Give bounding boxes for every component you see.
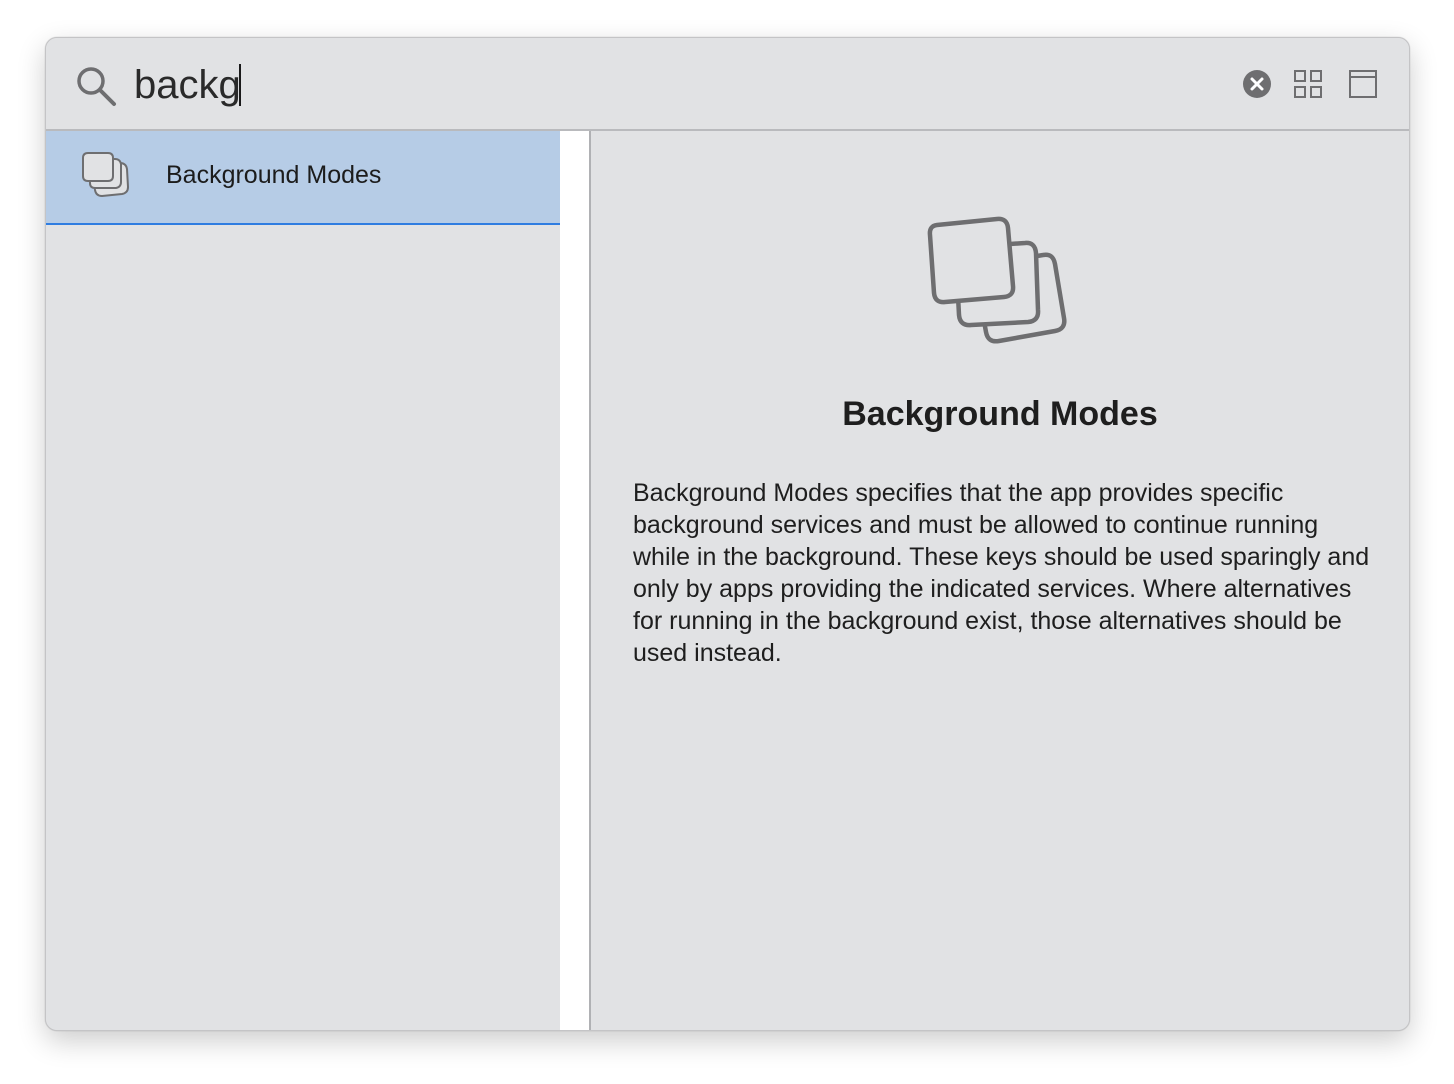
result-item-label: Background Modes [166,161,382,189]
panel-view-icon[interactable] [1348,69,1378,99]
grid-view-icon[interactable] [1293,69,1323,99]
clear-search-icon[interactable] [1242,69,1272,99]
detail-pane: Background Modes Background Modes specif… [591,131,1409,1030]
split-view-divider[interactable] [560,131,591,1030]
detail-title: Background Modes [842,395,1158,433]
library-window: Background Modes Background Modes Backgr… [45,37,1410,1031]
result-item-background-modes[interactable]: Background Modes [46,131,560,225]
search-input[interactable] [134,58,1134,112]
stacked-squares-icon [82,152,129,197]
text-cursor [239,64,241,106]
search-icon [77,67,116,106]
results-list: Background Modes [46,131,560,1030]
detail-description: Background Modes specifies that the app … [633,479,1370,667]
stacked-squares-icon [927,216,1067,344]
search-bar [46,38,1409,131]
